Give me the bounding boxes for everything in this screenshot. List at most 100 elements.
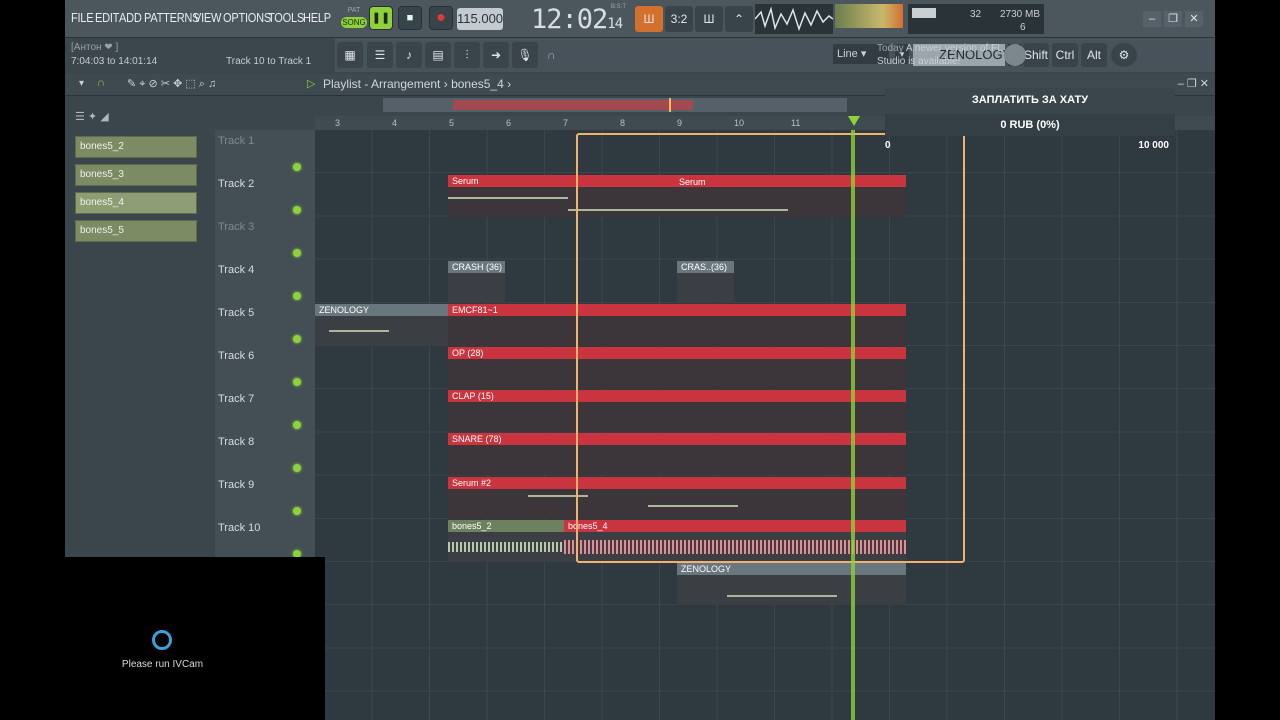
track-6-name[interactable]: Track 6 <box>218 350 254 362</box>
countdown-icon[interactable]: 3:2 <box>665 6 693 32</box>
track-9-name[interactable]: Track 9 <box>218 479 254 491</box>
donation-amount: 0 RUB (0%) <box>885 114 1175 136</box>
pattern-bones5-2[interactable]: bones5_2 <box>75 136 197 158</box>
close-icon[interactable]: ✕ <box>1185 11 1203 27</box>
track-2-name[interactable]: Track 2 <box>218 178 254 190</box>
pat-song-toggle[interactable]: PAT SONG <box>341 7 367 31</box>
bar-11: 11 <box>791 118 801 128</box>
overview-clips <box>453 100 693 110</box>
piano-roll-icon[interactable]: ♪ <box>396 42 422 68</box>
shift-button[interactable]: Shift <box>1023 43 1049 67</box>
webcam-placeholder: Please run IVCam <box>0 557 325 720</box>
menu-file[interactable]: FILE <box>71 10 94 25</box>
clip-notes <box>329 330 389 332</box>
track-2-mute-icon[interactable] <box>293 206 301 214</box>
typing-keyboard-icon[interactable]: Ш <box>635 6 663 32</box>
menu-options[interactable]: OPTIONS <box>223 10 271 25</box>
picker-tools[interactable]: ☰ ✦ ◢ <box>75 110 109 123</box>
playhead-marker[interactable] <box>848 116 860 126</box>
donation-widget: ЗАПЛАТИТЬ ЗА ХАТУ 0 RUB (0%) 0 10 000 <box>885 88 1175 151</box>
track-3-name[interactable]: Track 3 <box>218 221 254 233</box>
playlist-title: Playlist - Arrangement › bones5_4 › <box>323 77 512 91</box>
track-5-mute-icon[interactable] <box>293 335 301 343</box>
clip-bones5-2[interactable]: bones5_2 <box>448 520 564 562</box>
stop-icon[interactable]: ■ <box>398 6 422 30</box>
pattern-bones5-5[interactable]: bones5_5 <box>75 220 197 242</box>
record-icon[interactable]: ● <box>429 6 453 30</box>
step-edit-icon[interactable]: Ш <box>695 6 723 32</box>
ram-value: 2730 MB <box>1000 9 1041 20</box>
donation-max: 10 000 <box>1138 140 1169 151</box>
bar-8: 8 <box>620 118 626 128</box>
bar-10: 10 <box>734 118 745 128</box>
playlist-window-controls[interactable]: – ❐ ✕ <box>1178 77 1209 90</box>
menu-edit[interactable]: EDIT <box>95 10 119 25</box>
track-7-mute-icon[interactable] <box>293 421 301 429</box>
bar-5: 5 <box>449 118 455 128</box>
cpu-bar <box>912 8 936 18</box>
track-4-name[interactable]: Track 4 <box>218 264 254 276</box>
restore-icon[interactable]: ❐ <box>1164 11 1182 27</box>
pattern-bones5-4[interactable]: bones5_4 <box>75 192 197 214</box>
clip-notes <box>448 197 568 199</box>
bar-4: 4 <box>392 118 398 128</box>
timeline-overview[interactable] <box>383 98 847 112</box>
bar-6: 6 <box>506 118 512 128</box>
pattern-bones5-3[interactable]: bones5_3 <box>75 164 197 186</box>
playlist-menu-icon[interactable]: ▾ <box>79 78 84 89</box>
track-1-mute-icon[interactable] <box>293 163 301 171</box>
news-panel[interactable]: Today A newer version of FL Studio is av… <box>877 42 1017 68</box>
snap-magnet-icon[interactable]: ∩ <box>97 77 105 89</box>
settings-gear-icon[interactable]: ⚙ <box>1111 43 1137 67</box>
pause-icon[interactable]: ❚❚ <box>369 6 393 30</box>
playlist-pattern[interactable]: bones5_4 <box>451 77 504 91</box>
clip-crash[interactable]: CRASH (36) <box>448 261 505 303</box>
track-5-name[interactable]: Track 5 <box>218 307 254 319</box>
alt-button[interactable]: Alt <box>1081 43 1107 67</box>
play-pattern-icon[interactable]: ▷ <box>307 77 315 90</box>
track-6-mute-icon[interactable] <box>293 378 301 386</box>
menu-patterns[interactable]: PATTERNS <box>144 10 200 25</box>
selection-box <box>576 133 965 563</box>
track-7-name[interactable]: Track 7 <box>218 393 254 405</box>
track-8-name[interactable]: Track 8 <box>218 436 254 448</box>
track-1-name[interactable]: Track 1 <box>218 135 254 147</box>
menu-help[interactable]: HELP <box>303 10 331 25</box>
track-8-mute-icon[interactable] <box>293 464 301 472</box>
menu-add[interactable]: ADD <box>119 10 142 25</box>
magnet-icon[interactable]: ∩ <box>547 48 556 62</box>
oscilloscope <box>754 4 834 34</box>
track-3-mute-icon[interactable] <box>293 249 301 257</box>
window-toolbar: ▦ ☰ ♪ ▤ ⫶ ➜ 🎙 ∩ Line ▾ ▾ ZENOLOGY + Shif… <box>335 38 1215 72</box>
track-10-name[interactable]: Track 10 <box>218 522 260 534</box>
ctrl-button[interactable]: Ctrl <box>1052 43 1078 67</box>
channel-rack-icon[interactable]: ☰ <box>367 42 393 68</box>
menu-view[interactable]: VIEW <box>194 10 221 25</box>
tempo-display[interactable]: 115.000 <box>457 8 503 30</box>
donation-min: 0 <box>885 140 891 151</box>
selection-range: 7:04:03 to 14:01:14 <box>71 56 158 67</box>
mic-icon[interactable]: 🎙 <box>512 42 538 68</box>
time-format-label[interactable]: B:S:T <box>611 4 626 10</box>
pat-label: PAT <box>347 7 361 14</box>
draw-tools-icons[interactable]: ✎ ⌖ ⊘ ✂ ✥ ⬚ ⌕ ♫ <box>127 77 216 91</box>
snap-value: Line <box>837 48 858 60</box>
time-sub: 14 <box>607 16 623 32</box>
bar-7: 7 <box>563 118 569 128</box>
update-icon[interactable] <box>1004 44 1026 66</box>
clip-zenology-2[interactable]: ZENOLOGY <box>677 563 906 605</box>
plugin-picker-icon[interactable]: ⫶ <box>454 42 480 68</box>
clip-zenology[interactable]: ZENOLOGY <box>315 304 448 346</box>
camera-icon <box>152 630 172 650</box>
bar-3: 3 <box>335 118 341 128</box>
track-4-mute-icon[interactable] <box>293 292 301 300</box>
track-9-mute-icon[interactable] <box>293 507 301 515</box>
playlist-icon[interactable]: ▦ <box>337 42 363 68</box>
right-black-bar <box>1215 0 1280 720</box>
mixer-icon[interactable]: ▤ <box>425 42 451 68</box>
song-time: 12:0214 <box>531 4 623 35</box>
menu-tools[interactable]: TOOLS <box>268 10 304 25</box>
next-icon[interactable]: ➜ <box>483 42 509 68</box>
minimize-icon[interactable]: – <box>1143 11 1161 27</box>
metronome-icon[interactable]: ⌃ <box>725 6 753 32</box>
